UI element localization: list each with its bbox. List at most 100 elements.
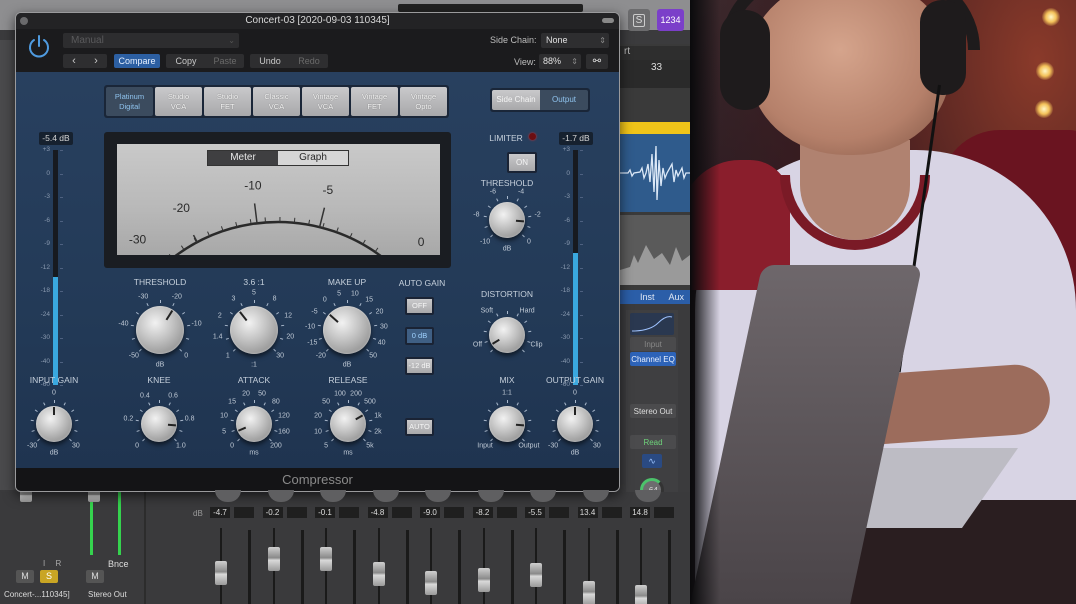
output-gain-knob[interactable] xyxy=(557,406,593,442)
bounce-button[interactable]: Bnce xyxy=(108,559,129,569)
input-record-labels: I R xyxy=(43,559,66,568)
audio-region-secondary[interactable] xyxy=(620,215,690,285)
knob-pointer xyxy=(237,426,247,432)
distortion-knob[interactable] xyxy=(489,317,525,353)
limiter-threshold-knob[interactable] xyxy=(489,202,525,238)
output-slot[interactable]: Stereo Out xyxy=(630,404,676,418)
fader-handle[interactable] xyxy=(320,547,332,571)
model-button-classic-vca[interactable]: Classic VCA xyxy=(253,87,300,116)
solo-button[interactable]: S xyxy=(40,570,58,583)
redo-button[interactable]: Redo xyxy=(290,54,328,68)
input-gain-label: INPUT GAIN xyxy=(29,375,79,385)
threshold-knob[interactable] xyxy=(136,306,184,354)
model-button-vintage-opto[interactable]: Vintage Opto xyxy=(400,87,447,116)
fader-handle[interactable] xyxy=(267,547,280,571)
side-chain-select[interactable]: None ⇕ xyxy=(541,33,609,48)
fader-handle[interactable] xyxy=(582,581,595,604)
mute-button[interactable]: M xyxy=(86,570,104,583)
automation-mode[interactable]: Read xyxy=(630,435,676,449)
knob-tick xyxy=(229,311,233,315)
daw-s-button[interactable]: S xyxy=(628,9,650,31)
knob-tick xyxy=(325,348,329,352)
knob-scale-label: 1k xyxy=(374,412,382,420)
preset-menu[interactable]: Manual ⌄ xyxy=(63,33,239,48)
knob-unit-label: dB xyxy=(342,361,352,369)
knob-tick xyxy=(324,419,328,422)
model-button-vintage-vca[interactable]: Vintage VCA xyxy=(302,87,349,116)
knob-scale-label: 20 xyxy=(286,333,295,341)
knob-tick xyxy=(484,226,488,228)
collapse-button[interactable] xyxy=(602,18,614,23)
input-gain-knob[interactable] xyxy=(36,406,72,442)
fader-handle[interactable] xyxy=(425,571,437,595)
paste-button[interactable]: Paste xyxy=(206,54,244,68)
knob-tick xyxy=(172,303,175,307)
limiter-on-button[interactable]: ON xyxy=(507,152,537,173)
link-icon[interactable]: ⚯ xyxy=(586,54,608,69)
auto-gain-minus12db-button[interactable]: -12 dB xyxy=(405,357,434,375)
fader-handle[interactable] xyxy=(477,568,490,592)
meter-tick xyxy=(580,173,583,175)
knee-knob[interactable] xyxy=(141,406,177,442)
mix-knob[interactable] xyxy=(489,406,525,442)
model-button-studio-vca[interactable]: Studio VCA xyxy=(155,87,202,116)
auto-gain-off-button[interactable]: OFF xyxy=(405,297,434,315)
output-view-button[interactable]: Output xyxy=(540,90,588,110)
next-preset-button[interactable]: › xyxy=(85,54,107,68)
meter-tick xyxy=(60,267,63,269)
preset-name: Manual xyxy=(71,35,104,46)
meter-tick xyxy=(580,338,583,339)
model-button-studio-fet[interactable]: Studio FET xyxy=(204,87,251,116)
mute-button[interactable]: M xyxy=(16,570,34,583)
knob-scale-label: Off xyxy=(472,341,483,349)
knob-tick xyxy=(276,311,280,315)
channel-volume-readout: -4.8 xyxy=(367,507,388,518)
knob-tick xyxy=(347,300,348,303)
auto-release-button[interactable]: AUTO xyxy=(405,418,434,436)
knob-scale-label: 5 xyxy=(222,428,226,436)
tab-inst[interactable]: Inst xyxy=(640,292,655,302)
compare-button[interactable]: Compare xyxy=(114,54,160,68)
knob-pointer xyxy=(167,423,177,427)
makeup-knob[interactable] xyxy=(323,306,371,354)
knob-tick xyxy=(373,337,377,340)
meter-tick-label: -3 xyxy=(44,193,50,200)
power-icon[interactable] xyxy=(26,34,52,60)
copy-button[interactable]: Copy xyxy=(166,54,206,68)
attack-knob[interactable] xyxy=(236,406,272,442)
knob-tick xyxy=(43,402,46,406)
tab-aux[interactable]: Aux xyxy=(669,292,685,302)
title-bar[interactable]: Concert-03 [2020-09-03 110345] xyxy=(16,13,619,29)
model-button-vintage-fet[interactable]: Vintage FET xyxy=(351,87,398,116)
knob-scale-label: 1.0 xyxy=(176,442,186,450)
channel-peak-readout xyxy=(496,507,517,518)
fader-handle[interactable] xyxy=(530,563,542,587)
ratio-knob[interactable] xyxy=(230,306,278,354)
side-chain-view-button[interactable]: Side Chain xyxy=(492,90,540,110)
fader-handle[interactable] xyxy=(635,585,647,604)
auto-gain-0db-button[interactable]: 0 dB xyxy=(405,327,434,345)
release-knob[interactable] xyxy=(330,406,366,442)
plugin-slot-channel-eq[interactable]: Channel EQ xyxy=(630,352,676,366)
input-slot[interactable]: Input xyxy=(630,337,676,351)
count-in-badge[interactable]: 1234 xyxy=(657,9,684,31)
knob-tick xyxy=(584,402,587,406)
fader-handle[interactable] xyxy=(372,562,385,586)
view-label: View: xyxy=(514,57,536,67)
previous-preset-button[interactable]: ‹ xyxy=(63,54,85,68)
view-zoom-select[interactable]: 88% ⇕ xyxy=(539,54,581,69)
waveform-icon[interactable]: ∿ xyxy=(642,454,662,468)
string-light xyxy=(1035,100,1053,118)
undo-button[interactable]: Undo xyxy=(250,54,290,68)
region-header[interactable] xyxy=(620,122,690,134)
eq-thumbnail[interactable] xyxy=(630,313,674,335)
model-button-platinum-digital[interactable]: Platinum Digital xyxy=(106,87,153,116)
meter-tick-label: -9 xyxy=(564,240,570,247)
knob-scale-label: 20 xyxy=(375,308,384,316)
knob-scale-label: 50 xyxy=(322,398,330,406)
knob-tick xyxy=(365,409,369,413)
track-field[interactable]: rt xyxy=(620,46,690,60)
updown-icon: ⇕ xyxy=(599,36,606,45)
knob-tick xyxy=(524,320,528,324)
fader-handle[interactable] xyxy=(215,561,227,585)
